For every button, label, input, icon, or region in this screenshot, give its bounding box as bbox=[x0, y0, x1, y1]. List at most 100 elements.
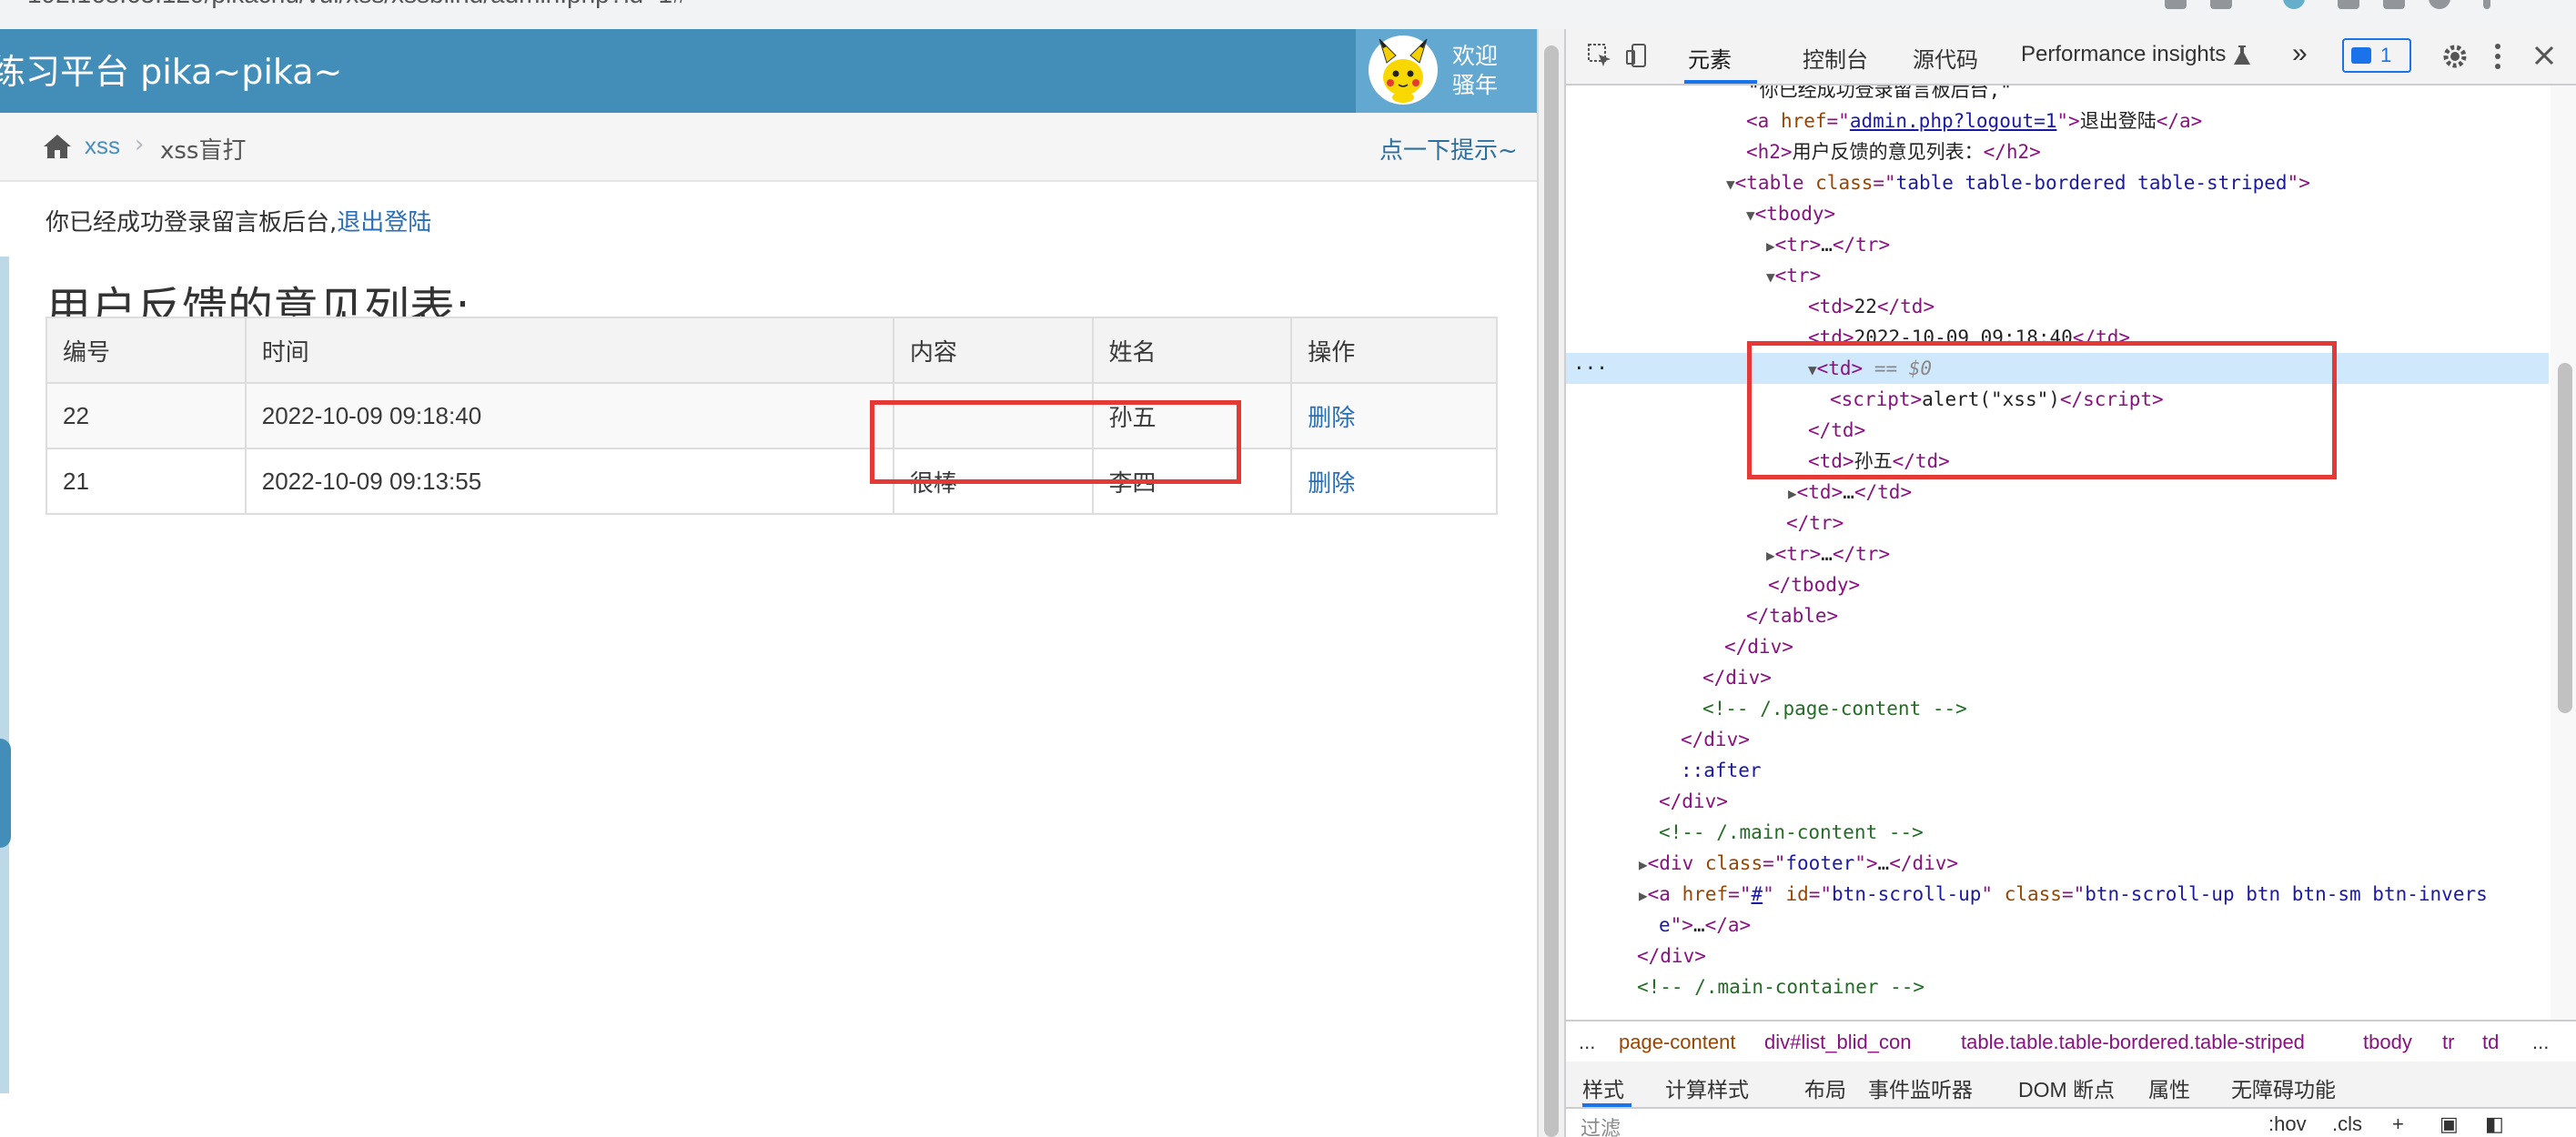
collapse-triangle-icon: ▶ bbox=[1788, 485, 1797, 502]
crumb-more[interactable]: ... bbox=[1579, 1031, 1595, 1054]
cell-time: 2022-10-09 09:13:55 bbox=[244, 448, 894, 515]
browser-menu-icon[interactable] bbox=[2483, 0, 2490, 9]
address-bar[interactable]: 192.168.65.129/pikachu/vul/xss/xssblind/… bbox=[0, 0, 1537, 29]
tab-performance-insights[interactable]: Performance insights bbox=[2021, 42, 2226, 67]
hint-link[interactable]: 点一下提示~ bbox=[1379, 132, 1518, 166]
dom-tree[interactable]: "你已经成功登录留言板后台," <a href="admin.php?logou… bbox=[1566, 86, 2549, 1036]
crumb-td[interactable]: td bbox=[2482, 1031, 2499, 1054]
expand-triangle-icon: ▼ bbox=[1726, 176, 1735, 193]
dom-node-div-close[interactable]: </div> bbox=[1566, 724, 2549, 755]
user-menu[interactable]: 欢迎 骚年 bbox=[1356, 29, 1537, 113]
active-tab-indicator bbox=[1684, 80, 1757, 84]
logout-link[interactable]: 退出登陆 bbox=[337, 209, 431, 236]
dom-node-comment[interactable]: <!-- /.main-content --> bbox=[1566, 817, 2549, 848]
tab-console[interactable]: 控制台 bbox=[1803, 42, 1868, 74]
subtab-event-listeners[interactable]: 事件监听器 bbox=[1868, 1072, 1973, 1103]
table-row: 21 2022-10-09 09:13:55 很棒 李四 删除 bbox=[45, 448, 1498, 515]
column-header: 操作 bbox=[1290, 317, 1498, 384]
bookmark-star-icon[interactable] bbox=[2210, 0, 2232, 9]
page-scrollbar[interactable] bbox=[1537, 29, 1566, 1137]
dom-node-td-collapsed[interactable]: ▶<td>…</td> bbox=[1566, 477, 2549, 508]
dom-node-table-close[interactable]: </table> bbox=[1566, 600, 2549, 631]
breadcrumb-xss-link[interactable]: xss bbox=[85, 132, 120, 160]
collapse-triangle-icon: ▶ bbox=[1766, 237, 1775, 255]
dom-node-tr-collapsed[interactable]: ▶<tr>…</tr> bbox=[1566, 538, 2549, 569]
crumb-tbody[interactable]: tbody bbox=[2363, 1031, 2412, 1054]
device-toolbar-icon[interactable] bbox=[1624, 42, 1652, 69]
filter-input[interactable]: 过滤 bbox=[1581, 1112, 1621, 1137]
page-scrollbar-thumb[interactable] bbox=[1544, 45, 1559, 1137]
dom-node-comment[interactable]: <!-- /.main-container --> bbox=[1566, 971, 2549, 1002]
table-row: 22 2022-10-09 09:18:40 孙五 删除 bbox=[45, 382, 1498, 449]
dom-node-td-id[interactable]: <td>22</td> bbox=[1566, 291, 2549, 322]
issues-badge[interactable]: 1 bbox=[2342, 38, 2411, 73]
subtab-layout[interactable]: 布局 bbox=[1804, 1072, 1846, 1103]
login-message-text: 你已经成功登录留言板后台, bbox=[45, 209, 338, 236]
crumb-tr[interactable]: tr bbox=[2442, 1031, 2454, 1054]
subtab-accessibility[interactable]: 无障碍功能 bbox=[2231, 1072, 2336, 1103]
dom-node-div-close[interactable]: </div> bbox=[1566, 662, 2549, 693]
side-panel-icon[interactable] bbox=[2383, 0, 2405, 9]
crumb-more-right[interactable]: ... bbox=[2532, 1031, 2549, 1054]
tab-elements[interactable]: 元素 bbox=[1688, 42, 1732, 74]
dom-node-text[interactable]: "你已经成功登录留言板后台," bbox=[1566, 86, 2549, 106]
web-page: 练习平台 pika~pika~ 欢迎 骚年 xss › xss盲打 点一下提示~… bbox=[0, 29, 1537, 1137]
dom-node-div-close[interactable]: </div> bbox=[1566, 786, 2549, 817]
column-header: 时间 bbox=[244, 317, 894, 384]
devtools-toolbar: 元素 控制台 源代码 Performance insights » 1 bbox=[1566, 29, 2576, 86]
cell-id: 22 bbox=[45, 382, 247, 449]
dom-node-tr-collapsed[interactable]: ▶<tr>…</tr> bbox=[1566, 229, 2549, 260]
delete-link[interactable]: 删除 bbox=[1290, 382, 1498, 449]
dom-node-a-scroll[interactable]: ▶<a href="#" id="btn-scroll-up" class="b… bbox=[1566, 879, 2549, 910]
collapse-triangle-icon: ▶ bbox=[1639, 887, 1648, 904]
dom-node-div-close[interactable]: </div> bbox=[1566, 631, 2549, 662]
dom-node-tr-close[interactable]: </tr> bbox=[1566, 508, 2549, 538]
highlight-box-devtools bbox=[1747, 341, 2337, 479]
dom-node-div-close[interactable]: </div> bbox=[1566, 941, 2549, 971]
inspect-element-icon[interactable] bbox=[1586, 42, 1613, 69]
dom-node-tbody[interactable]: ▼<tbody> bbox=[1566, 198, 2549, 229]
dom-node-comment[interactable]: <!-- /.page-content --> bbox=[1566, 693, 2549, 724]
cls-toggle[interactable]: .cls bbox=[2332, 1112, 2362, 1136]
share-icon[interactable] bbox=[2165, 0, 2187, 9]
extension-icon[interactable] bbox=[2283, 0, 2305, 9]
subtab-dom-breakpoints[interactable]: DOM 断点 bbox=[2018, 1072, 2115, 1103]
address-bar-url[interactable]: 192.168.65.129/pikachu/vul/xss/xssblind/… bbox=[27, 0, 687, 9]
subtab-styles[interactable]: 样式 bbox=[1582, 1072, 1624, 1103]
dom-node-a-scroll-wrap[interactable]: e">…</a> bbox=[1566, 910, 2549, 941]
settings-gear-icon[interactable] bbox=[2440, 42, 2470, 71]
profile-avatar-icon[interactable] bbox=[2429, 0, 2450, 9]
collapse-triangle-icon: ▶ bbox=[1766, 547, 1775, 564]
dom-node-footer[interactable]: ▶<div class="footer">…</div> bbox=[1566, 848, 2549, 879]
navbar: 练习平台 pika~pika~ 欢迎 骚年 bbox=[0, 29, 1537, 113]
dom-scrollbar[interactable] bbox=[2551, 86, 2576, 1036]
tab-sources[interactable]: 源代码 bbox=[1913, 42, 1978, 74]
delete-link[interactable]: 删除 bbox=[1290, 448, 1498, 515]
dom-scrollbar-thumb[interactable] bbox=[2558, 363, 2572, 713]
feedback-table: 编号 时间 内容 姓名 操作 22 2022-10-09 09:18:40 孙五… bbox=[45, 317, 1498, 515]
home-icon[interactable] bbox=[42, 133, 73, 160]
puzzle-icon[interactable] bbox=[2338, 0, 2359, 9]
column-header: 内容 bbox=[892, 317, 1094, 384]
element-state-icon[interactable]: ◧ bbox=[2485, 1112, 2504, 1136]
subtab-properties[interactable]: 属性 bbox=[2148, 1072, 2190, 1103]
computed-styles-sidebar-icon[interactable]: ▣ bbox=[2440, 1112, 2459, 1136]
subtab-computed[interactable]: 计算样式 bbox=[1665, 1072, 1749, 1103]
hov-toggle[interactable]: :hov bbox=[2268, 1112, 2307, 1136]
crumb-table[interactable]: table.table.table-bordered.table-striped bbox=[1961, 1031, 2305, 1054]
sidebar-toggle[interactable] bbox=[0, 739, 11, 848]
dom-node-a-logout[interactable]: <a href="admin.php?logout=1">退出登陆</a> bbox=[1566, 106, 2549, 136]
more-options-icon[interactable] bbox=[2492, 42, 2503, 71]
dom-node-pseudo-after[interactable]: ::after bbox=[1566, 755, 2549, 786]
crumb-page-content[interactable]: page-content bbox=[1619, 1031, 1735, 1054]
new-style-rule-button[interactable]: + bbox=[2392, 1112, 2404, 1136]
dom-node-table[interactable]: ▼<table class="table table-bordered tabl… bbox=[1566, 167, 2549, 198]
breadcrumb: xss › xss盲打 点一下提示~ bbox=[0, 113, 1537, 182]
close-icon[interactable] bbox=[2532, 44, 2556, 67]
crumb-list-blid-con[interactable]: div#list_blid_con bbox=[1764, 1031, 1911, 1054]
dom-node-tr[interactable]: ▼<tr> bbox=[1566, 260, 2549, 291]
dom-node-tbody-close[interactable]: </tbody> bbox=[1566, 569, 2549, 600]
dom-node-h2[interactable]: <h2>用户反馈的意见列表：</h2> bbox=[1566, 136, 2549, 167]
brand-title[interactable]: 练习平台 pika~pika~ bbox=[0, 44, 342, 94]
more-tabs-chevron-icon[interactable]: » bbox=[2292, 38, 2308, 69]
